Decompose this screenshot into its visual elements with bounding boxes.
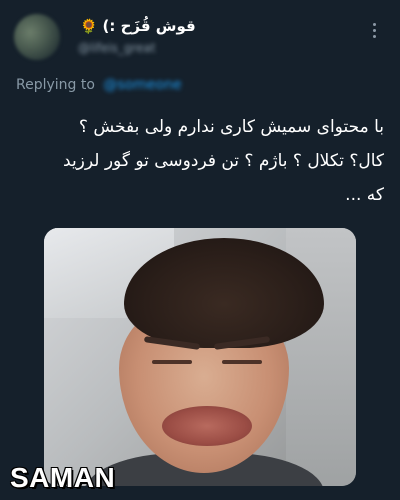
- tweet-text-line: که ...: [345, 185, 384, 205]
- author-display-name[interactable]: قوش قُزَح :): [103, 17, 196, 35]
- author-name-row[interactable]: 🌻 قوش قُزَح :): [76, 16, 356, 38]
- tweet-text-line: کال؟ تکلال ؟ باژم ؟ تن فردوسی تو گور لرز…: [63, 151, 384, 171]
- replying-to: Replying to @someone: [16, 77, 182, 93]
- tweet-text: با محتوای سمیش کاری ندارم ولی بفخش ؟ کال…: [20, 110, 384, 212]
- tweet-media-photo[interactable]: [44, 228, 356, 486]
- watermark-text: SAMAN: [10, 462, 116, 493]
- photo-left-eye: [152, 360, 192, 364]
- photo-right-eye: [222, 360, 262, 364]
- replying-to-handle[interactable]: @someone: [103, 77, 181, 93]
- sunflower-icon: 🌻: [80, 19, 98, 35]
- replying-to-label: Replying to: [16, 77, 95, 93]
- tweet-text-line: با محتوای سمیش کاری ندارم ولی بفخش ؟: [78, 117, 384, 137]
- avatar[interactable]: [14, 14, 60, 60]
- more-vertical-icon[interactable]: [364, 18, 384, 42]
- photo-mouth: [162, 406, 252, 446]
- author-handle: @lifeis_great: [78, 41, 156, 55]
- tweet-header: 🌻 قوش قُزَح :) @lifeis_great: [0, 0, 400, 72]
